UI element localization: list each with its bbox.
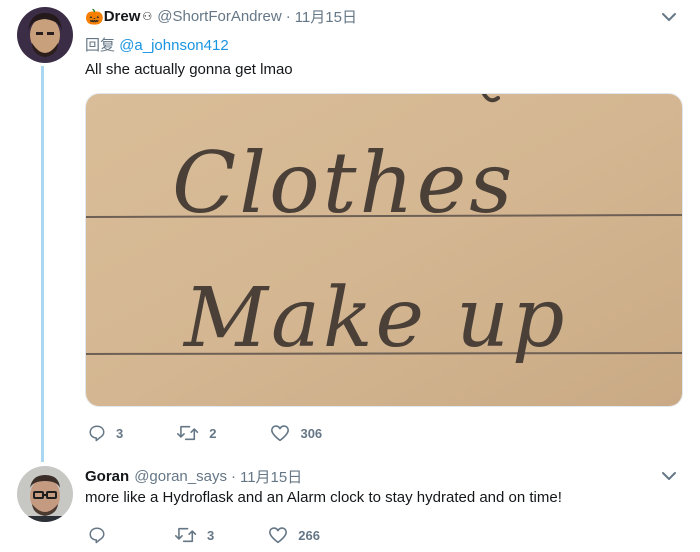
retweet-button[interactable]: 3 [175,526,214,544]
tweet1-name-suffix: ⚇ [142,11,153,23]
like-count: 306 [300,425,323,441]
tweet2-actions: 3 266 [88,526,320,544]
like-button[interactable]: 306 [270,424,322,442]
retweet-icon [177,425,199,441]
like-icon [269,527,288,544]
tweet2-text: more like a Hydroflask and an Alarm cloc… [85,489,562,506]
chevron-down-icon[interactable] [661,12,677,22]
retweet-icon [175,527,197,543]
tweet2-timestamp[interactable]: 11月15日 [240,466,302,487]
retweet-button[interactable]: 2 [177,424,216,442]
tweet1-handle[interactable]: @ShortForAndrew [157,8,281,25]
reply-prefix: 回复 [85,37,116,54]
tweet1-display-name[interactable]: Drew [104,8,141,25]
tweet1-header: 🎃 Drew ⚇ @ShortForAndrew · 11月15日 [85,6,357,27]
reply-icon [89,527,105,544]
reply-count: 3 [116,425,124,441]
handwriting-line-1: Clothes [172,134,515,232]
tweet2-display-name[interactable]: Goran [85,468,129,485]
tweet2-handle[interactable]: @goran_says [134,468,227,485]
tweet1-timestamp[interactable]: 11月15日 [295,6,357,27]
tweet1-separator: · [285,8,291,25]
avatar-goran[interactable] [17,466,73,522]
retweet-count: 3 [207,527,215,543]
tweet1-reply-context: 回复 @a_johnson412 [85,34,229,55]
tweet2-header: Goran @goran_says · 11月15日 [85,466,302,487]
tweet2-separator: · [230,468,236,485]
reply-icon [89,425,105,442]
handwriting-line-2: Make up [182,271,567,366]
retweet-count: 2 [209,425,217,441]
reply-to-mention[interactable]: @a_johnson412 [119,37,228,54]
thread-connector-line [41,66,44,462]
tweet1-photo[interactable]: Clothes Make up [85,93,683,407]
like-button[interactable]: 266 [268,526,320,544]
reply-button[interactable] [88,526,116,544]
tweet1-actions: 3 2 306 [88,424,322,442]
like-count: 266 [298,527,320,543]
chevron-down-icon[interactable] [661,471,677,481]
pumpkin-emoji: 🎃 [85,8,104,26]
like-icon [271,425,290,442]
avatar-drew[interactable] [17,7,73,63]
tweet1-text: All she actually gonna get lmao [85,61,293,78]
reply-button[interactable]: 3 [88,424,123,442]
